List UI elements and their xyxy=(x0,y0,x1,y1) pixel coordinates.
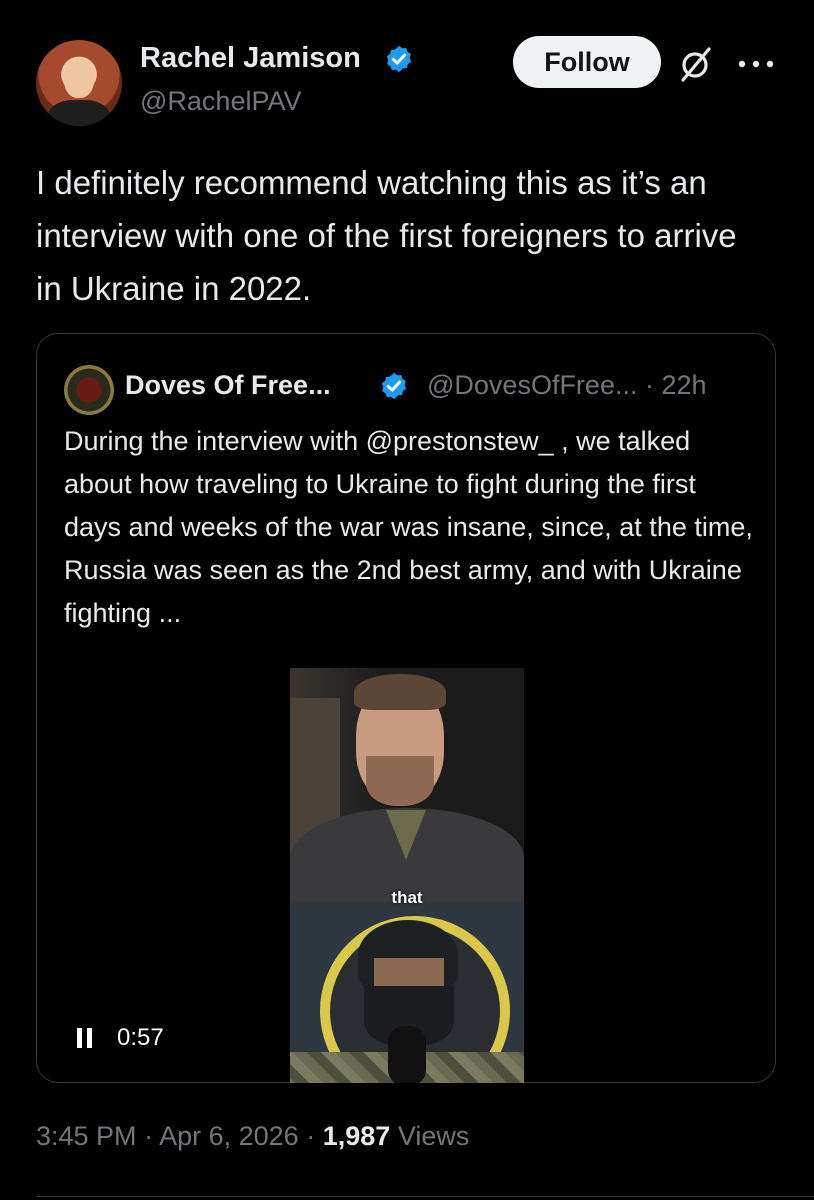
quoted-author-avatar[interactable] xyxy=(64,365,114,415)
tweet-date[interactable]: Apr 6, 2026 xyxy=(159,1121,299,1151)
quoted-separator: · xyxy=(644,370,654,400)
video-person-beard xyxy=(366,756,434,806)
video-face xyxy=(374,958,444,988)
quoted-tweet-text: During the interview with @prestonstew_ … xyxy=(64,426,753,628)
avatar-face xyxy=(64,60,94,98)
verified-badge-icon xyxy=(386,45,412,73)
more-icon[interactable] xyxy=(736,58,776,70)
author-avatar[interactable] xyxy=(36,40,122,126)
grok-icon[interactable] xyxy=(676,44,716,84)
timestamp-separator: · xyxy=(144,1121,154,1151)
microphone-icon xyxy=(388,1026,426,1083)
quoted-author-name[interactable]: Doves Of Free... xyxy=(125,370,331,401)
divider xyxy=(36,1196,814,1197)
tweet-time[interactable]: 3:45 PM xyxy=(36,1121,137,1151)
video-person-hair xyxy=(354,674,446,710)
quoted-meta: @DovesOfFree... · 22h xyxy=(427,370,707,401)
tweet-text: I definitely recommend watching this as … xyxy=(36,164,737,307)
quoted-time[interactable]: 22h xyxy=(662,370,707,400)
tweet-timestamp: 3:45 PM · Apr 6, 2026 · 1,987 Views xyxy=(36,1121,469,1152)
author-name[interactable]: Rachel Jamison xyxy=(140,42,361,75)
quoted-verified-badge-icon xyxy=(381,372,407,400)
pause-icon[interactable] xyxy=(75,1027,95,1049)
author-handle[interactable]: @RachelPAV xyxy=(140,86,301,117)
video-frame-bottom xyxy=(290,902,524,1083)
video-caption: that xyxy=(391,888,423,907)
follow-button[interactable]: Follow xyxy=(513,36,661,88)
timestamp-separator: · xyxy=(306,1121,316,1151)
quoted-author-handle[interactable]: @DovesOfFree... xyxy=(427,370,637,400)
views-count: 1,987 xyxy=(322,1121,391,1151)
quoted-tweet-card[interactable]: Doves Of Free... @DovesOfFree... · 22h D… xyxy=(36,333,776,1083)
video-player[interactable]: that xyxy=(290,668,524,1083)
avatar-body xyxy=(48,100,110,126)
views-label: Views xyxy=(397,1121,470,1151)
video-duration: 0:57 xyxy=(117,1024,164,1051)
